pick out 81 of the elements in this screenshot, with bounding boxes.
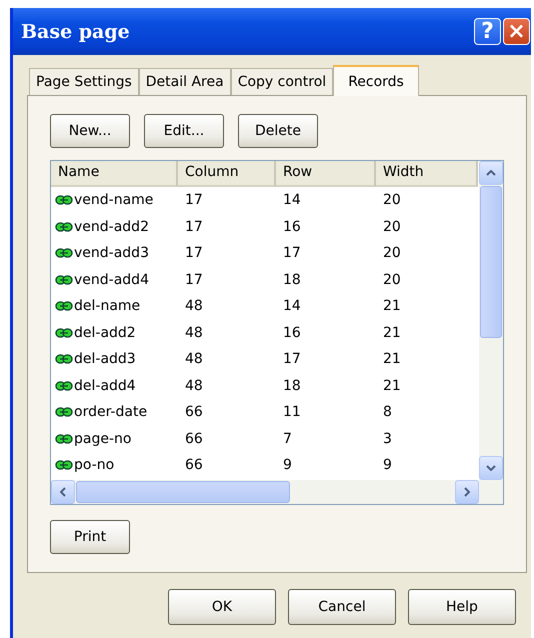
column-header[interactable]: Column: [178, 161, 276, 187]
table-cell-text: 20: [382, 192, 402, 208]
table-cell-text: 17: [184, 245, 204, 262]
table-cell-text: 18: [282, 272, 302, 288]
scroll-up-icon[interactable]: [479, 161, 503, 185]
table-cell-text: 48: [184, 378, 204, 394]
chain-link-icon: [55, 354, 73, 364]
table-cell-text: 20: [382, 245, 402, 262]
table-cell-text: 48: [184, 298, 204, 314]
chain-link-icon: [55, 328, 73, 338]
dialog-button[interactable]: Cancel: [288, 589, 396, 625]
table-cell-text: 14: [282, 192, 302, 208]
column-header[interactable]: Name: [51, 161, 178, 187]
record-name: page-no: [74, 430, 132, 447]
table-cell-text: 9: [382, 457, 393, 474]
record-name: vend-add2: [74, 218, 149, 235]
tab[interactable]: Records: [333, 65, 419, 96]
table-cell-text: 20: [382, 272, 402, 288]
table-cell-text: 21: [382, 351, 402, 368]
table-cell-text: 9: [282, 457, 293, 474]
table-cell-text: 66: [184, 404, 204, 420]
table-cell-text: 17: [184, 218, 204, 235]
table-cell-text: 17: [184, 192, 204, 208]
table-cell-text: 16: [282, 218, 302, 235]
table-cell-text: 7: [282, 430, 293, 447]
table-cell-text: 16: [282, 324, 302, 341]
help-button[interactable]: ?: [474, 18, 501, 45]
scroll-thumb[interactable]: [480, 186, 502, 338]
record-name: order-date: [74, 404, 148, 420]
record-name: vend-name: [74, 192, 154, 208]
window-title: Base page: [21, 20, 130, 42]
table-cell-text: 21: [382, 298, 402, 314]
table-cell-text: 17: [184, 272, 204, 288]
table-cell-text: 11: [282, 404, 302, 420]
chain-link-icon: [55, 460, 73, 470]
table-cell-text: 17: [282, 351, 302, 368]
column-header[interactable]: Width: [376, 161, 478, 187]
table-cell-text: 66: [184, 457, 204, 474]
tab[interactable]: Page Settings: [29, 68, 139, 95]
toolbar-button[interactable]: New...: [50, 114, 130, 148]
record-name: vend-add4: [74, 272, 149, 288]
record-name: del-add2: [74, 324, 136, 341]
chain-link-icon: [55, 222, 73, 232]
tab[interactable]: Copy control: [230, 68, 334, 95]
column-header[interactable]: Row: [276, 161, 376, 187]
chain-link-icon: [55, 274, 73, 285]
record-name: del-name: [74, 298, 140, 314]
chain-link-icon: [55, 407, 73, 418]
chain-link-icon: [55, 248, 73, 258]
table-cell-text: 14: [282, 298, 302, 314]
dialog-button[interactable]: OK: [168, 589, 276, 625]
chain-link-icon: [55, 301, 73, 312]
scroll-down-icon[interactable]: [479, 456, 503, 480]
table-cell-text: 21: [382, 324, 402, 341]
table-cell-text: 3: [382, 430, 393, 447]
record-name: vend-add3: [74, 245, 149, 262]
table-cell-text: 66: [184, 430, 204, 447]
toolbar-button[interactable]: Delete: [238, 114, 318, 148]
tab[interactable]: Detail Area: [138, 68, 231, 95]
dialog-button[interactable]: Help: [408, 589, 516, 625]
table-cell-text: 48: [184, 351, 204, 368]
chain-link-icon: [55, 434, 73, 444]
table-cell-text: 20: [382, 218, 402, 235]
record-name: del-add3: [74, 351, 136, 368]
table-cell-text: 21: [382, 378, 402, 394]
table-cell-text: 48: [184, 324, 204, 341]
toolbar-button[interactable]: Edit...: [144, 114, 224, 148]
scroll-right-icon[interactable]: [455, 480, 479, 504]
record-name: del-add4: [74, 378, 136, 394]
table-cell-text: 17: [282, 245, 302, 262]
vertical-scrollbar[interactable]: [479, 161, 503, 480]
close-button[interactable]: ×: [503, 18, 530, 45]
table-cell-text: 8: [382, 404, 393, 420]
scroll-left-icon[interactable]: [51, 480, 75, 504]
scroll-thumb[interactable]: [76, 481, 290, 503]
table-cell-text: 18: [282, 378, 302, 394]
print-button[interactable]: Print: [50, 520, 130, 554]
record-name: po-no: [74, 457, 114, 474]
chain-link-icon: [55, 195, 73, 206]
horizontal-scrollbar[interactable]: [51, 480, 503, 504]
chain-link-icon: [55, 380, 73, 391]
